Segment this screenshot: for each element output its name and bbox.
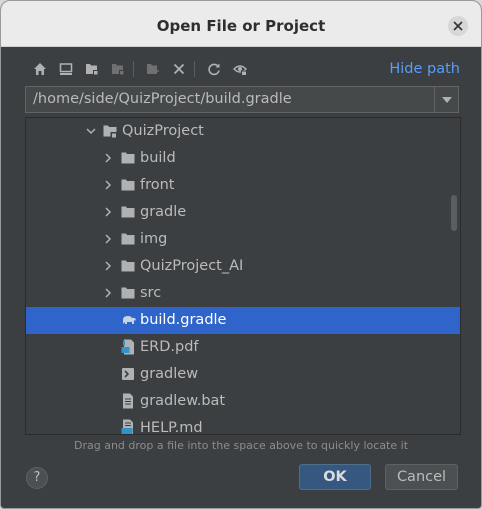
delete-button[interactable] <box>166 59 192 79</box>
tree-item-label: gradlew.bat <box>140 393 226 409</box>
ok-button[interactable]: OK <box>299 464 371 490</box>
tree-item-label: build.gradle <box>140 312 227 328</box>
tree-scrollbar[interactable] <box>451 195 457 231</box>
chevron-right-icon[interactable] <box>103 207 113 217</box>
chevron-right-icon[interactable] <box>103 153 113 163</box>
tree-item-gradlew[interactable]: gradlew <box>26 361 460 388</box>
tree-item-label: QuizProject <box>122 123 204 139</box>
refresh-icon <box>208 63 220 76</box>
tree-item-label: gradlew <box>140 366 199 382</box>
tree-item-front[interactable]: front <box>26 172 460 199</box>
home-icon <box>34 63 46 75</box>
project-folder-icon <box>86 64 98 75</box>
home-button[interactable] <box>27 59 53 79</box>
tree-item-gradle[interactable]: gradle <box>26 199 460 226</box>
desktop-icon <box>59 63 73 75</box>
folder-icon <box>121 206 135 218</box>
module-folder-icon <box>112 64 124 75</box>
new-folder-icon <box>147 64 159 74</box>
tree-item-label: ERD.pdf <box>140 339 199 355</box>
close-icon <box>453 21 463 31</box>
show-hidden-icon <box>233 65 247 76</box>
tree-item-build[interactable]: build <box>26 145 460 172</box>
dialog-title: Open File or Project <box>156 17 326 35</box>
markdown-file-icon <box>121 419 133 434</box>
pdf-file-icon <box>121 339 134 355</box>
project-folder-icon <box>103 125 117 138</box>
folder-icon <box>121 179 135 191</box>
folder-icon <box>121 287 135 299</box>
file-chooser-toolbar <box>27 59 253 79</box>
file-tree[interactable]: QuizProject build front gradle img QuizP… <box>25 117 461 435</box>
toolbar-separator <box>133 61 134 77</box>
drag-drop-hint: Drag and drop a file into the space abov… <box>73 439 409 452</box>
chevron-right-icon[interactable] <box>103 288 113 298</box>
desktop-button[interactable] <box>53 59 79 79</box>
new-folder-button[interactable] <box>140 59 166 79</box>
hide-path-link[interactable]: Hide path <box>389 61 460 77</box>
shell-script-icon <box>122 368 134 380</box>
chevron-down-icon[interactable] <box>86 126 96 136</box>
show-hidden-button[interactable] <box>227 59 253 79</box>
tree-item-erd-pdf[interactable]: ERD.pdf <box>26 334 460 361</box>
chevron-right-icon[interactable] <box>103 180 113 190</box>
cancel-button[interactable]: Cancel <box>385 464 458 490</box>
tree-item-label: front <box>140 177 175 193</box>
tree-item-src[interactable]: src <box>26 280 460 307</box>
folder-icon <box>121 152 135 164</box>
text-file-icon <box>123 393 133 409</box>
tree-item-help-md[interactable]: HELP.md <box>26 415 460 435</box>
delete-icon <box>173 63 185 75</box>
tree-item-label: img <box>140 231 168 247</box>
chevron-right-icon[interactable] <box>103 234 113 244</box>
open-file-dialog: Open File or Project Hide path /home/sid… <box>0 0 482 509</box>
toolbar-separator <box>194 61 195 77</box>
path-input[interactable] <box>26 87 432 112</box>
module-directory-button[interactable] <box>105 59 131 79</box>
path-history-dropdown[interactable] <box>434 87 458 112</box>
tree-item-quizproject[interactable]: QuizProject <box>26 118 460 145</box>
tree-item-label: HELP.md <box>140 420 203 435</box>
project-directory-button[interactable] <box>79 59 105 79</box>
tree-item-gradlew-bat[interactable]: gradlew.bat <box>26 388 460 415</box>
gradle-elephant-icon <box>123 316 136 324</box>
chevron-right-icon[interactable] <box>103 261 113 271</box>
tree-item-img[interactable]: img <box>26 226 460 253</box>
tree-item-quizproject-ai[interactable]: QuizProject_AI <box>26 253 460 280</box>
tree-item-label: src <box>140 285 162 301</box>
folder-icon <box>121 260 135 272</box>
tree-item-label: build <box>140 150 176 166</box>
help-button[interactable]: ? <box>26 467 48 489</box>
path-combobox[interactable] <box>25 86 459 113</box>
refresh-button[interactable] <box>201 59 227 79</box>
tree-item-build-gradle[interactable]: build.gradle <box>26 307 460 334</box>
tree-item-label: QuizProject_AI <box>140 258 244 274</box>
folder-icon <box>121 233 135 245</box>
chevron-down-icon <box>441 96 452 103</box>
title-bar: Open File or Project <box>1 1 481 47</box>
tree-item-label: gradle <box>140 204 187 220</box>
close-button[interactable] <box>448 16 468 36</box>
